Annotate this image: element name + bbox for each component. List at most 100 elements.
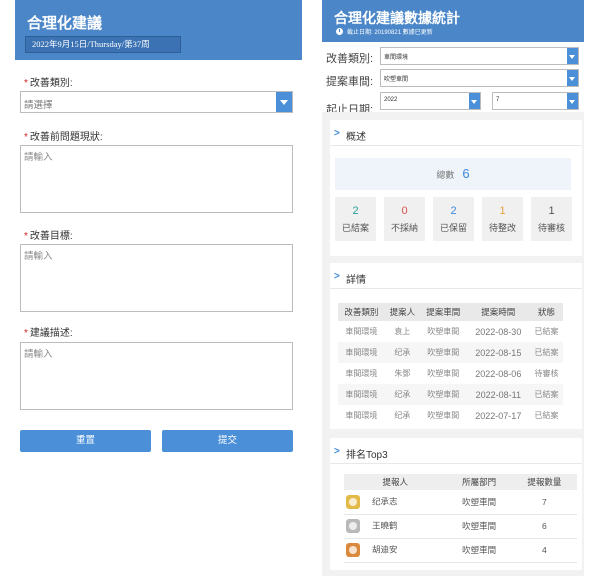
description-placeholder: 請輸入: [24, 349, 53, 360]
filter-year-select[interactable]: 2022: [380, 92, 481, 110]
ranking-count: 6: [511, 514, 577, 539]
stat-label: 待審核: [537, 223, 565, 233]
column-header: 提報數量: [511, 474, 577, 490]
table-row[interactable]: 車間環境 纪承 吹塑車間 2022-07-17 已結案: [338, 405, 563, 426]
total-count: 6: [462, 166, 470, 181]
chevron-down-icon[interactable]: [469, 93, 480, 109]
stat-count: 0: [401, 205, 408, 217]
column-header: 所屬部門: [446, 474, 512, 490]
current-issue-label: * 改善前問題現狀:: [24, 132, 103, 143]
stats-subtitle: 截止日期: 20190821 數據已更新: [336, 27, 433, 36]
table-cell: 吹塑車間: [427, 369, 460, 378]
arrow-right-icon: >: [334, 271, 340, 282]
stat-label: 已保留: [439, 223, 467, 233]
ranking-row[interactable]: 胡迪安 吹塑車間 4: [344, 538, 577, 563]
stat-box[interactable]: 2 已保留: [433, 197, 474, 241]
table-cell: 車間環境: [338, 384, 385, 405]
ranking-dept: 吹塑車間: [446, 490, 512, 515]
column-header: 提報人: [344, 474, 447, 490]
required-mark: *: [24, 328, 28, 339]
stat-count: 2: [450, 205, 457, 217]
table-cell: 已結案: [534, 411, 559, 420]
ranking-name: 纪承志: [372, 496, 398, 506]
ranking-name-cell: 王曉鹤: [344, 514, 447, 539]
stats-title: 合理化建議數據統計: [334, 10, 460, 26]
table-cell: 已結案: [534, 327, 559, 336]
table-row[interactable]: 車間環境 朱鄧 吹塑車間 2022-08-06 待審核: [338, 363, 563, 384]
ranking-name: 王曉鹤: [372, 520, 398, 531]
ranking-row[interactable]: 王曉鹤 吹塑車間 6: [344, 514, 577, 539]
table-cell: 吹塑車間: [427, 411, 460, 420]
ranking-title: 排名Top3: [346, 450, 388, 461]
table-cell: 纪承: [394, 411, 411, 420]
table-cell: 車間環境: [345, 369, 378, 378]
table-cell: 已結案: [529, 342, 563, 363]
category-select[interactable]: 請選擇: [20, 91, 293, 113]
total-box: 總數 6: [335, 158, 571, 190]
stat-box[interactable]: 1 待審核: [531, 197, 572, 241]
chevron-down-icon[interactable]: [567, 48, 578, 64]
table-cell: 吹塑車間: [427, 327, 460, 336]
arrow-right-icon: >: [334, 128, 340, 139]
table-row[interactable]: 車間環境 纪承 吹塑車間 2022-08-15 已結案: [338, 342, 563, 363]
table-cell: 2022-07-17: [475, 410, 522, 421]
table-cell: 2022-08-30: [475, 326, 522, 337]
details-table: 改善類別 提案人 提案車間 提案時間 狀態 車間環境 袁上 吹塑車間 2022-08-30 已結…: [338, 303, 563, 426]
description-textarea[interactable]: 請輸入: [20, 342, 293, 410]
clock-icon: [336, 28, 343, 35]
chevron-down-icon[interactable]: [276, 92, 292, 112]
table-cell: 車間環境: [338, 342, 385, 363]
table-cell: 纪承: [384, 342, 420, 363]
table-row[interactable]: 車間環境 纪承 吹塑車間 2022-08-11 已結案: [338, 384, 563, 405]
proposal-form-panel: 合理化建議 2022年9月15日/Thursday/第37周 * 改善類別: 請選…: [0, 0, 302, 576]
submit-button[interactable]: 提交: [162, 430, 293, 452]
stat-label: 已結案: [341, 223, 369, 233]
description-label: * 建議描述:: [24, 328, 73, 339]
goal-textarea[interactable]: 請輸入: [20, 244, 293, 312]
medal-icon: [346, 543, 360, 557]
column-header: 提案時間: [466, 303, 530, 321]
medal-icon: [346, 494, 360, 509]
stat-box[interactable]: 0 不採納: [384, 197, 425, 241]
goal-label: * 改善目標:: [24, 231, 73, 242]
overview-title: 概述: [346, 132, 366, 143]
arrow-right-icon: >: [334, 446, 340, 457]
current-issue-placeholder: 請輸入: [24, 152, 53, 163]
table-cell: 待審核: [534, 369, 559, 378]
category-label: * 改善類別:: [24, 78, 73, 89]
ranking-card: > 排名Top3 提報人 所屬部門 提報數量 纪承志 吹塑車間 7 王曉鹤 吹塑車間 6 胡迪安…: [330, 438, 582, 570]
ranking-row[interactable]: 纪承志 吹塑車間 7: [344, 490, 577, 515]
table-cell: 車間環境: [345, 327, 378, 336]
stat-label: 待整改: [488, 223, 516, 233]
stat-count: 1: [499, 205, 506, 217]
table-cell: 纪承: [384, 384, 420, 405]
chevron-down-icon[interactable]: [567, 93, 578, 109]
chevron-down-icon[interactable]: [567, 70, 578, 86]
ranking-name-cell: 胡迪安: [344, 538, 447, 563]
table-cell: 2022-08-06: [475, 368, 522, 379]
stats-header: 合理化建議數據統計 截止日期: 20190821 數據已更新: [322, 0, 584, 42]
table-cell: 2022-08-11: [466, 384, 530, 405]
required-mark: *: [24, 132, 28, 143]
table-cell: 已結案: [529, 384, 563, 405]
ranking-dept: 吹塑車間: [446, 514, 512, 539]
filter-category-select[interactable]: 車間環境: [380, 47, 579, 65]
reset-button[interactable]: 重置: [20, 430, 151, 452]
table-cell: 吹塑車間: [419, 384, 467, 405]
stat-box[interactable]: 1 待整改: [482, 197, 523, 241]
form-header: 合理化建議 2022年9月15日/Thursday/第37周: [15, 0, 302, 60]
table-cell: 車間環境: [345, 411, 378, 420]
required-mark: *: [24, 231, 28, 242]
column-header: 改善類別: [338, 303, 385, 321]
overview-card: > 概述 總數 6 2 已結案 0 不採納 2 已保留 1 待整改 1 待審核: [330, 120, 582, 256]
ranking-count: 7: [511, 490, 577, 515]
filter-workshop-select[interactable]: 吹塑車間: [380, 69, 579, 87]
table-cell: 2022-08-15: [466, 342, 530, 363]
table-row[interactable]: 車間環境 袁上 吹塑車間 2022-08-30 已結案: [338, 321, 563, 342]
stat-box[interactable]: 2 已結案: [335, 197, 376, 241]
filter-month-select[interactable]: 7: [492, 92, 579, 110]
ranking-name-cell: 纪承志: [344, 490, 447, 515]
column-header: 狀態: [529, 303, 563, 321]
filter-workshop-label: 提案車間:: [326, 76, 374, 88]
current-issue-textarea[interactable]: 請輸入: [20, 145, 293, 213]
